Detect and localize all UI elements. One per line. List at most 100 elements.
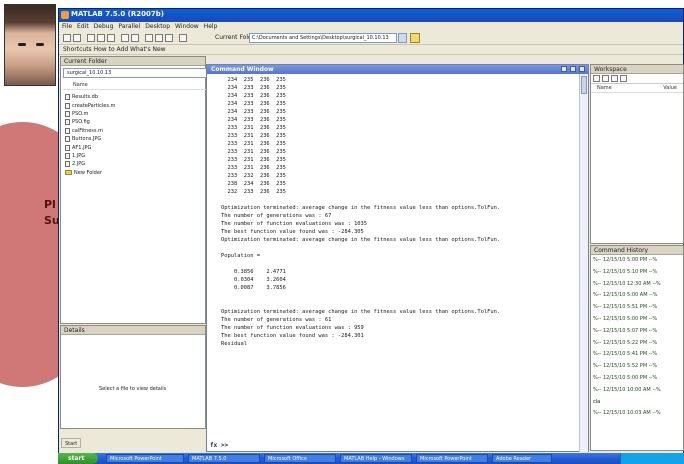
file-icon	[65, 127, 70, 134]
guide-button[interactable]	[155, 34, 163, 42]
open-file-button[interactable]	[73, 34, 81, 42]
command-output-line: 0.0087 3.7856	[221, 285, 286, 291]
help-button[interactable]	[179, 34, 187, 42]
menu-file[interactable]: File	[62, 22, 72, 31]
shortcuts-bar[interactable]: Shortcuts How to Add What's New	[59, 45, 683, 55]
taskbar-item[interactable]: MATLAB Help - Windows	[340, 454, 412, 463]
command-output-line	[221, 244, 577, 252]
file-row[interactable]: 1.JPG	[65, 152, 209, 160]
matlab-window: MATLAB 7.5.0 (R2007b) File Edit Debug Pa…	[58, 8, 684, 454]
menu-edit[interactable]: Edit	[77, 22, 89, 31]
current-folder-title[interactable]: Current Folder	[61, 57, 205, 66]
command-output: 234 235 236 235 234 233 236 235 234 233 …	[221, 76, 577, 348]
file-row[interactable]: PSO.fig	[65, 118, 209, 126]
file-row[interactable]: PSO.m	[65, 110, 209, 118]
menu-debug[interactable]: Debug	[94, 22, 114, 31]
file-icon	[65, 152, 70, 159]
new-file-button[interactable]	[63, 34, 71, 42]
taskbar-item[interactable]: Adobe Reader	[492, 454, 552, 463]
history-row[interactable]: %-- 12/15/10 5:00 AM --%	[591, 290, 683, 302]
file-name: PSO.fig	[72, 119, 90, 126]
details-message: Select a file to view details	[99, 386, 167, 392]
history-row[interactable]: %-- 12/15/10 10:03 AM --%	[591, 408, 683, 420]
history-row[interactable]: %-- 12/15/10 5:52 PM --%	[591, 361, 683, 373]
command-output-line: The number of generations was : 61	[221, 317, 332, 323]
history-row[interactable]: %-- 12/15/10 5:51 PM --%	[591, 302, 683, 314]
folder-path-input[interactable]: surgical_10.10.13	[63, 68, 209, 78]
file-row[interactable]: calFitness.m	[65, 127, 209, 135]
menu-parallel[interactable]: Parallel	[118, 22, 140, 31]
history-row[interactable]: %-- 12/15/10 5:00 PM --%	[591, 373, 683, 385]
copy-button[interactable]	[97, 34, 105, 42]
command-output-line: 233 232 236 235	[221, 173, 286, 179]
history-row[interactable]: %-- 12/15/10 5:41 PM --%	[591, 349, 683, 361]
history-row[interactable]: %-- 12/15/10 5:07 PM --%	[591, 326, 683, 338]
taskbar-item[interactable]: Microsoft PowerPoint	[106, 454, 184, 463]
file-name: AF1.JPG	[72, 144, 92, 151]
paste-button[interactable]	[107, 34, 115, 42]
save-workspace-button[interactable]	[611, 75, 618, 82]
details-title[interactable]: Details	[61, 326, 205, 335]
undock-icon[interactable]	[561, 66, 567, 72]
undo-button[interactable]	[121, 34, 129, 42]
current-directory-dropdown[interactable]	[398, 33, 407, 43]
workspace-title[interactable]: Workspace	[591, 65, 683, 74]
folder-row[interactable]: New Folder	[65, 169, 209, 177]
menu-window[interactable]: Window	[175, 22, 199, 31]
command-output-line: 234 235 236 235	[221, 77, 286, 83]
simulink-button[interactable]	[145, 34, 153, 42]
command-output-line: Residual	[221, 341, 247, 347]
open-variable-button[interactable]	[602, 75, 609, 82]
file-name: 2.JPG	[72, 161, 86, 168]
history-row[interactable]: %-- 12/15/10 10:00 AM --%	[591, 385, 683, 397]
menu-desktop[interactable]: Desktop	[145, 22, 170, 31]
folder-icon	[65, 170, 72, 176]
close-icon[interactable]	[579, 66, 585, 72]
delete-variable-button[interactable]	[620, 75, 627, 82]
history-row[interactable]: %-- 12/15/10 5:00 PM --%	[591, 255, 683, 267]
file-name-column-header[interactable]: Name	[63, 81, 209, 90]
file-row[interactable]: createParticles.m	[65, 101, 209, 109]
file-row[interactable]: AF1.JPG	[65, 143, 209, 151]
command-window[interactable]: Command Window 234 235 236 235 234 233 2…	[206, 64, 589, 452]
command-window-title-bar[interactable]: Command Window	[207, 65, 588, 74]
maximize-icon[interactable]	[570, 66, 576, 72]
command-prompt[interactable]: fx >>	[210, 442, 228, 449]
details-pane: Details Select a file to view details	[60, 325, 206, 429]
command-history-title[interactable]: Command History	[591, 246, 683, 255]
workspace-toolbar	[591, 74, 683, 84]
title-bar[interactable]: MATLAB 7.5.0 (R2007b)	[59, 9, 683, 22]
taskbar: start Microsoft PowerPoint MATLAB 7.5.0 …	[58, 453, 684, 464]
profiler-button[interactable]	[165, 34, 173, 42]
taskbar-item[interactable]: Microsoft PowerPoint	[416, 454, 488, 463]
history-row[interactable]: cla	[591, 397, 683, 409]
scrollbar-thumb[interactable]	[581, 76, 587, 94]
file-row[interactable]: Buttons.JPG	[65, 135, 209, 143]
browse-folder-button[interactable]	[410, 33, 420, 43]
workspace-col-name[interactable]: Name	[597, 84, 612, 92]
taskbar-item[interactable]: MATLAB 7.5.0	[188, 454, 260, 463]
file-row[interactable]: Results.db	[65, 93, 209, 101]
workspace-col-value[interactable]: Value	[663, 84, 677, 92]
history-row[interactable]: %-- 12/15/10 5:22 PM --%	[591, 338, 683, 350]
command-window-scrollbar[interactable]	[579, 74, 588, 452]
new-variable-button[interactable]	[593, 75, 600, 82]
history-row[interactable]: %-- 12/15/10 12:30 AM --%	[591, 279, 683, 291]
cut-button[interactable]	[87, 34, 95, 42]
taskbar-item[interactable]: Microsoft Office	[264, 454, 336, 463]
start-button[interactable]: start	[58, 453, 98, 464]
menu-help[interactable]: Help	[204, 22, 218, 31]
current-folder-pane: Current Folder surgical_10.10.13 Name Re…	[60, 56, 209, 324]
system-tray[interactable]	[620, 453, 684, 464]
history-row[interactable]: %-- 12/15/10 5:00 PM --%	[591, 314, 683, 326]
current-directory-input[interactable]: C:\Documents and Settings\Desktop\surgic…	[249, 33, 397, 43]
command-output-line: The number of function evaluations was :…	[221, 325, 364, 331]
command-output-line: Optimization terminated: average change …	[221, 309, 501, 315]
file-row[interactable]: 2.JPG	[65, 160, 209, 168]
command-window-controls	[561, 66, 585, 72]
file-name: 1.JPG	[72, 152, 86, 159]
start-menu-button[interactable]: Start	[61, 438, 82, 448]
history-row[interactable]: %-- 12/15/10 5:10 PM --%	[591, 267, 683, 279]
redo-button[interactable]	[131, 34, 139, 42]
command-output-line: 233 231 236 235	[221, 125, 286, 131]
